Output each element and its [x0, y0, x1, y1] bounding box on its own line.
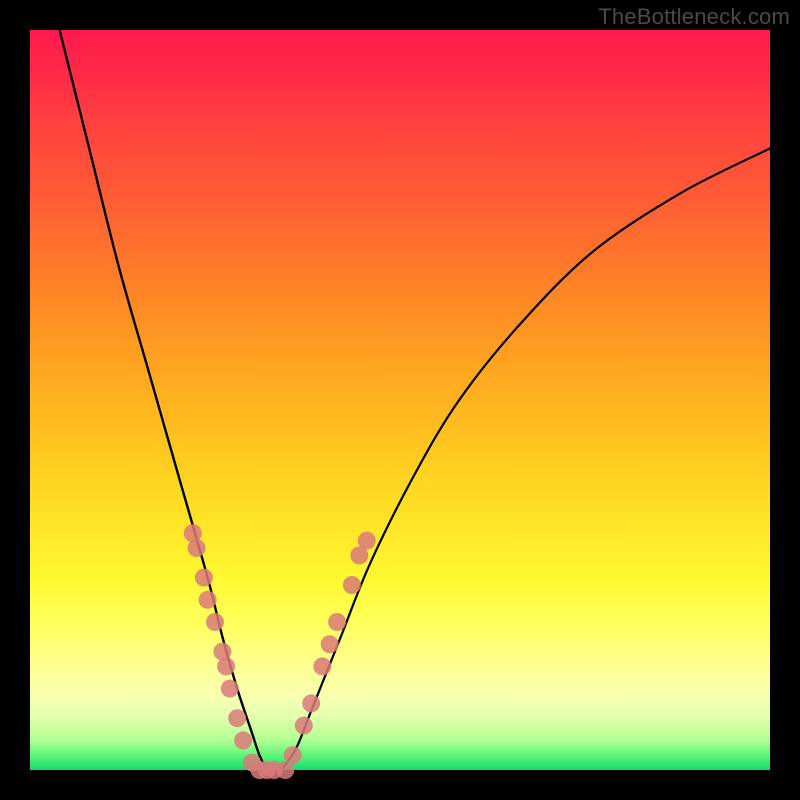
chart-frame: TheBottleneck.com	[0, 0, 800, 800]
marker-group	[184, 524, 376, 779]
data-point-marker	[188, 539, 206, 557]
data-point-marker	[234, 731, 252, 749]
plot-area	[30, 30, 770, 770]
data-point-marker	[313, 657, 331, 675]
watermark-text: TheBottleneck.com	[598, 4, 790, 30]
data-point-marker	[195, 569, 213, 587]
data-point-marker	[206, 613, 224, 631]
data-point-marker	[199, 591, 217, 609]
data-point-marker	[328, 613, 346, 631]
data-point-marker	[343, 576, 361, 594]
data-point-marker	[321, 635, 339, 653]
data-point-marker	[358, 532, 376, 550]
data-point-marker	[284, 746, 302, 764]
data-point-marker	[221, 680, 239, 698]
data-point-marker	[302, 694, 320, 712]
curve-layer	[30, 30, 770, 770]
bottleneck-curve-right	[282, 148, 770, 770]
bottleneck-curve-left	[60, 30, 267, 770]
data-point-marker	[217, 657, 235, 675]
data-point-marker	[295, 717, 313, 735]
data-point-marker	[228, 709, 246, 727]
